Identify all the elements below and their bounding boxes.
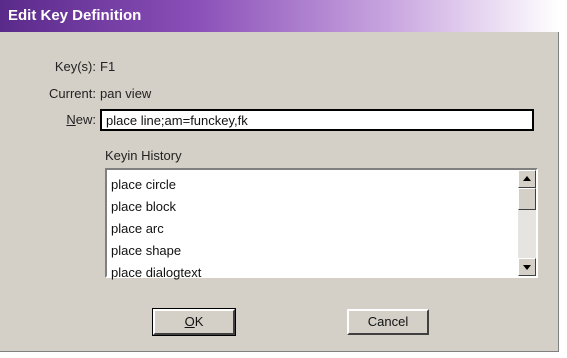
title-bar[interactable]: Edit Key Definition bbox=[0, 0, 559, 32]
keys-value: F1 bbox=[100, 59, 116, 74]
ok-label-rest: K bbox=[194, 314, 204, 329]
arrow-down-icon bbox=[523, 265, 531, 270]
edit-key-dialog: Edit Key Definition Key(s): F1 Current: … bbox=[0, 0, 559, 352]
keyin-history-label: Keyin History bbox=[105, 148, 182, 163]
ok-label-accel: O bbox=[184, 314, 195, 329]
keys-label: Key(s): bbox=[54, 59, 96, 74]
history-item[interactable]: place block bbox=[111, 196, 201, 218]
keyin-history-list[interactable]: place circle place block place arc place… bbox=[105, 168, 538, 280]
arrow-up-icon bbox=[523, 176, 531, 181]
new-keyin-input[interactable] bbox=[100, 109, 534, 131]
dialog-title: Edit Key Definition bbox=[8, 7, 142, 24]
history-scrollbar[interactable] bbox=[518, 170, 536, 276]
history-item[interactable]: place circle bbox=[111, 174, 201, 196]
new-label: New: bbox=[20, 112, 96, 127]
history-item[interactable]: place shape bbox=[111, 240, 201, 262]
new-label-accel: N bbox=[66, 112, 76, 127]
cancel-button[interactable]: Cancel bbox=[347, 309, 429, 335]
history-item[interactable]: place arc bbox=[111, 218, 201, 240]
new-label-rest: ew: bbox=[75, 112, 96, 127]
history-items: place circle place block place arc place… bbox=[111, 174, 201, 284]
scroll-up-button[interactable] bbox=[518, 170, 536, 188]
history-item[interactable]: place dialogtext bbox=[111, 262, 201, 284]
current-label: Current: bbox=[49, 86, 96, 101]
ok-button[interactable]: OK bbox=[152, 308, 236, 336]
scroll-thumb[interactable] bbox=[518, 188, 536, 210]
current-value: pan view bbox=[100, 86, 152, 101]
scroll-down-button[interactable] bbox=[518, 258, 536, 276]
